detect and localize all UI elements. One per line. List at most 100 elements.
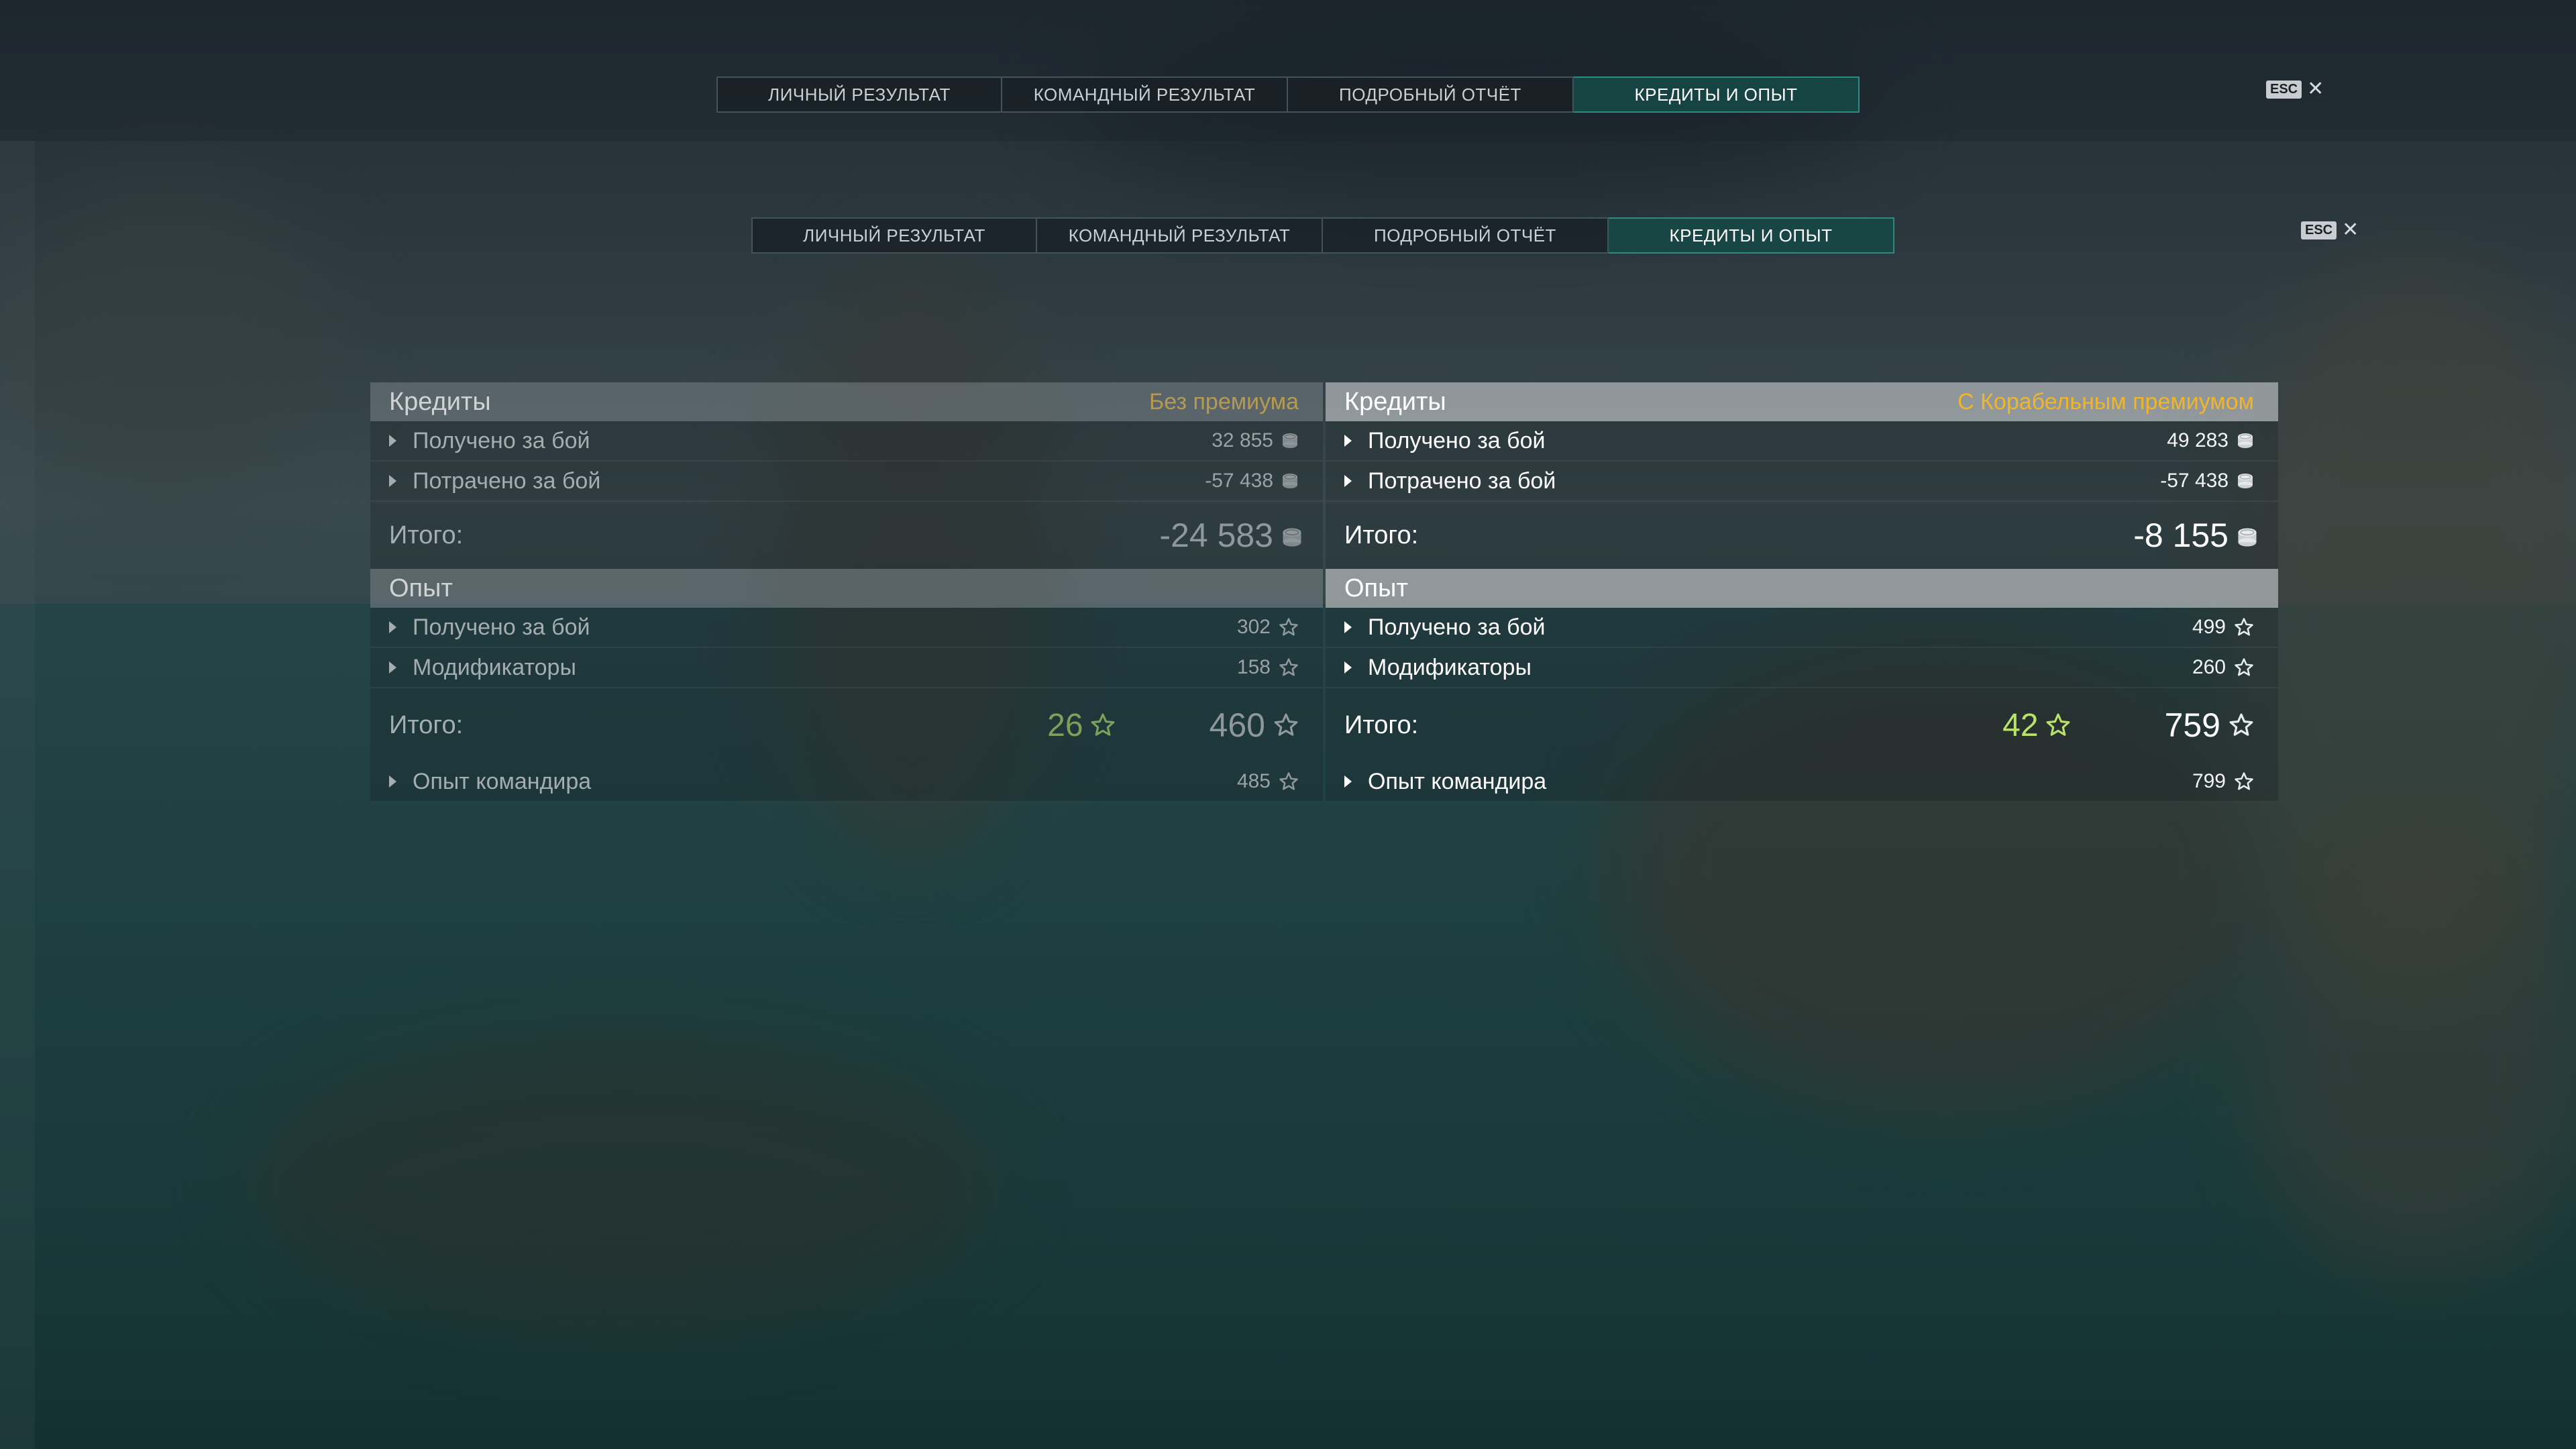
- xp-total-row: Итого: 26 460: [370, 688, 1323, 762]
- free-xp-number: 42: [2002, 707, 2039, 743]
- credits-total-row: Итого: -8 155: [1326, 502, 2278, 569]
- expand-arrow-icon: [1344, 621, 1352, 633]
- section-title: Опыт: [1344, 574, 1408, 602]
- close-icon: ✕: [2342, 219, 2359, 241]
- xp-star-icon: [1273, 712, 1299, 738]
- free-xp-star-icon: [2045, 712, 2071, 738]
- outer-left-edge: [0, 141, 35, 1449]
- panel-with-ship-premium: Кредиты С Корабельным премиумом Получено…: [1326, 382, 2278, 802]
- xp-star-icon: [2234, 771, 2254, 792]
- close-icon: ✕: [2307, 78, 2324, 100]
- section-title: Опыт: [389, 574, 453, 602]
- expand-arrow-icon: [389, 775, 396, 788]
- expand-arrow-icon: [1344, 661, 1352, 674]
- expand-arrow-icon: [389, 661, 396, 674]
- tab-personal-result[interactable]: ЛИЧНЫЙ РЕЗУЛЬТАТ: [716, 76, 1002, 113]
- row-label: Получено за бой: [1368, 614, 1546, 640]
- row-label: Опыт командира: [413, 768, 592, 794]
- free-xp-star-icon: [1090, 712, 1116, 738]
- row-label: Опыт командира: [1368, 768, 1547, 794]
- total-value: -8 155: [2133, 517, 2229, 554]
- row-label: Потрачено за бой: [413, 468, 601, 494]
- row-label: Потрачено за бой: [1368, 468, 1556, 494]
- xp-star-icon: [1279, 771, 1299, 792]
- expand-arrow-icon: [389, 475, 396, 487]
- tab-team-result[interactable]: КОМАНДНЫЙ РЕЗУЛЬТАТ: [1037, 217, 1323, 254]
- xp-modifiers-row[interactable]: Модификаторы 260: [1326, 648, 2278, 688]
- commander-xp-row[interactable]: Опыт командира 799: [1326, 762, 2278, 802]
- close-button[interactable]: ESC ✕: [2266, 79, 2324, 99]
- total-label: Итого:: [389, 710, 464, 739]
- outer-tab-bar: ЛИЧНЫЙ РЕЗУЛЬТАТ КОМАНДНЫЙ РЕЗУЛЬТАТ ПОД…: [716, 76, 1860, 114]
- xp-star-icon: [1279, 617, 1299, 637]
- expand-arrow-icon: [389, 621, 396, 633]
- expand-arrow-icon: [1344, 475, 1352, 487]
- credit-coin-icon: [2237, 527, 2257, 547]
- commander-xp-row[interactable]: Опыт командира 485: [370, 762, 1323, 802]
- credits-earned-row[interactable]: Получено за бой 49 283: [1326, 421, 2278, 462]
- esc-key-badge: ESC: [2301, 221, 2337, 239]
- tab-personal-result[interactable]: ЛИЧНЫЙ РЕЗУЛЬТАТ: [751, 217, 1037, 254]
- xp-header: Опыт: [1326, 569, 2278, 608]
- outer-top-shade: [0, 0, 2576, 141]
- expand-arrow-icon: [1344, 435, 1352, 447]
- total-value: 759: [2164, 706, 2220, 744]
- xp-star-icon: [2229, 712, 2254, 738]
- xp-total-row: Итого: 42 759: [1326, 688, 2278, 762]
- xp-modifiers-row[interactable]: Модификаторы 158: [370, 648, 1323, 688]
- xp-star-icon: [1279, 657, 1299, 678]
- row-label: Получено за бой: [1368, 427, 1546, 453]
- row-value: -57 438: [1205, 470, 1273, 492]
- credit-coin-icon: [1281, 527, 1301, 547]
- credits-spent-row[interactable]: Потрачено за бой -57 438: [370, 462, 1323, 502]
- credit-coin-icon: [1281, 432, 1299, 449]
- total-value: 460: [1209, 706, 1265, 744]
- credits-earned-row[interactable]: Получено за бой 32 855: [370, 421, 1323, 462]
- total-label: Итого:: [1344, 710, 1419, 739]
- row-value: 499: [2192, 616, 2226, 638]
- free-xp-value: 26: [1047, 707, 1115, 744]
- credit-coin-icon: [2237, 472, 2254, 490]
- esc-key-badge: ESC: [2266, 80, 2302, 99]
- expand-arrow-icon: [1344, 775, 1352, 788]
- xp-star-icon: [2234, 617, 2254, 637]
- free-xp-number: 26: [1047, 707, 1083, 743]
- row-label: Получено за бой: [413, 427, 590, 453]
- tab-detailed-report[interactable]: ПОДРОБНЫЙ ОТЧЁТ: [1288, 76, 1574, 113]
- credits-total-row: Итого: -24 583: [370, 502, 1323, 569]
- free-xp-value: 42: [2002, 707, 2070, 744]
- credit-coin-icon: [1281, 472, 1299, 490]
- total-label: Итого:: [1344, 521, 1419, 549]
- tab-credits-and-xp[interactable]: КРЕДИТЫ И ОПЫТ: [1574, 76, 1860, 113]
- credit-coin-icon: [2237, 432, 2254, 449]
- premium-status: С Корабельным премиумом: [1957, 388, 2254, 415]
- section-title: Кредиты: [389, 387, 491, 416]
- row-value: 799: [2192, 770, 2226, 792]
- row-value: 158: [1236, 656, 1271, 678]
- tab-detailed-report[interactable]: ПОДРОБНЫЙ ОТЧЁТ: [1323, 217, 1609, 254]
- expand-arrow-icon: [389, 435, 396, 447]
- row-value: -57 438: [2160, 470, 2229, 492]
- credits-spent-row[interactable]: Потрачено за бой -57 438: [1326, 462, 2278, 502]
- row-value: 260: [2192, 656, 2226, 678]
- xp-earned-row[interactable]: Получено за бой 499: [1326, 608, 2278, 648]
- row-value: 32 855: [1212, 429, 1273, 451]
- total-value: -24 583: [1159, 517, 1273, 554]
- credits-header: Кредиты Без премиума: [370, 382, 1323, 421]
- row-label: Модификаторы: [1368, 654, 1532, 680]
- xp-star-icon: [2234, 657, 2254, 678]
- row-value: 49 283: [2167, 429, 2229, 451]
- total-label: Итого:: [389, 521, 464, 549]
- credits-header: Кредиты С Корабельным премиумом: [1326, 382, 2278, 421]
- row-value: 485: [1236, 770, 1271, 792]
- close-button[interactable]: ESC ✕: [2301, 220, 2359, 240]
- row-label: Получено за бой: [413, 614, 590, 640]
- row-label: Модификаторы: [413, 654, 576, 680]
- premium-status: Без премиума: [1148, 388, 1299, 415]
- xp-earned-row[interactable]: Получено за бой 302: [370, 608, 1323, 648]
- row-value: 302: [1236, 616, 1271, 638]
- tab-team-result[interactable]: КОМАНДНЫЙ РЕЗУЛЬТАТ: [1002, 76, 1288, 113]
- section-title: Кредиты: [1344, 387, 1446, 416]
- panel-without-premium: Кредиты Без премиума Получено за бой 32 …: [370, 382, 1323, 802]
- tab-credits-and-xp[interactable]: КРЕДИТЫ И ОПЫТ: [1609, 217, 1894, 254]
